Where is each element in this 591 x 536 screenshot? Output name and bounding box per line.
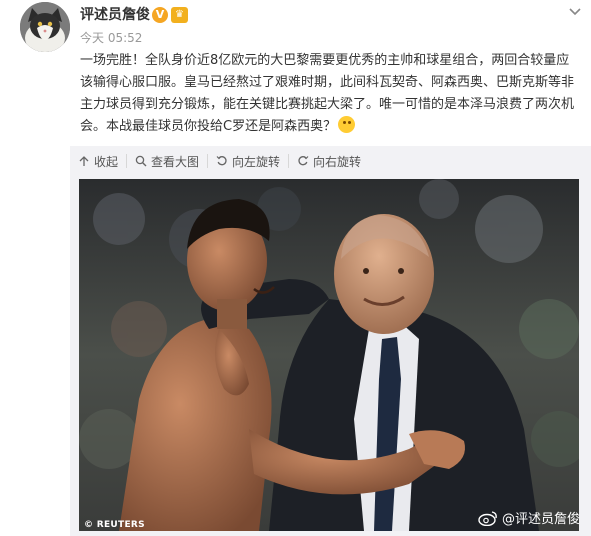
image-toolbar: 收起 查看大图 向左旋转 向右旋转 [78,150,369,172]
post-timestamp[interactable]: 今天 05:52 [80,29,142,46]
collapse-label: 收起 [94,154,119,169]
weibo-logo-icon [478,510,497,526]
avatar[interactable] [20,2,70,52]
weibo-post: 评述员詹俊 V ♛ 今天 05:52 一场完胜！全队身价近8亿欧元的大巴黎需要更… [0,0,591,536]
grin-emoji-icon [338,116,356,133]
photo-image [79,179,579,531]
post-photo[interactable] [79,179,579,531]
verified-badge-icon[interactable]: V [152,7,168,23]
view-large-button[interactable]: 查看大图 [126,154,207,169]
username-link[interactable]: 评述员詹俊 [80,6,150,24]
collapse-button[interactable]: 收起 [78,154,126,169]
rotate-right-icon [297,155,309,167]
chevron-down-icon[interactable] [568,2,582,16]
arrow-up-icon [78,155,90,167]
rotate-right-label: 向右旋转 [313,154,362,169]
rotate-left-button[interactable]: 向左旋转 [207,154,288,169]
rotate-right-button[interactable]: 向右旋转 [288,154,369,169]
post-body: 一场完胜！全队身价近8亿欧元的大巴黎需要更优秀的主帅和球星组合，两回合较量应该输… [80,53,575,134]
member-crown-icon[interactable]: ♛ [171,7,188,23]
avatar-image [20,2,70,52]
rotate-left-icon [216,155,228,167]
photo-credit: © REUTERS [84,520,145,530]
post-text: 一场完胜！全队身价近8亿欧元的大巴黎需要更优秀的主帅和球星组合，两回合较量应该输… [80,50,580,138]
magnifier-icon [135,155,147,167]
photo-watermark: @评述员詹俊 [478,508,580,527]
view-large-label: 查看大图 [151,154,200,169]
rotate-left-label: 向左旋转 [232,154,281,169]
watermark-text: @评述员詹俊 [502,512,581,527]
